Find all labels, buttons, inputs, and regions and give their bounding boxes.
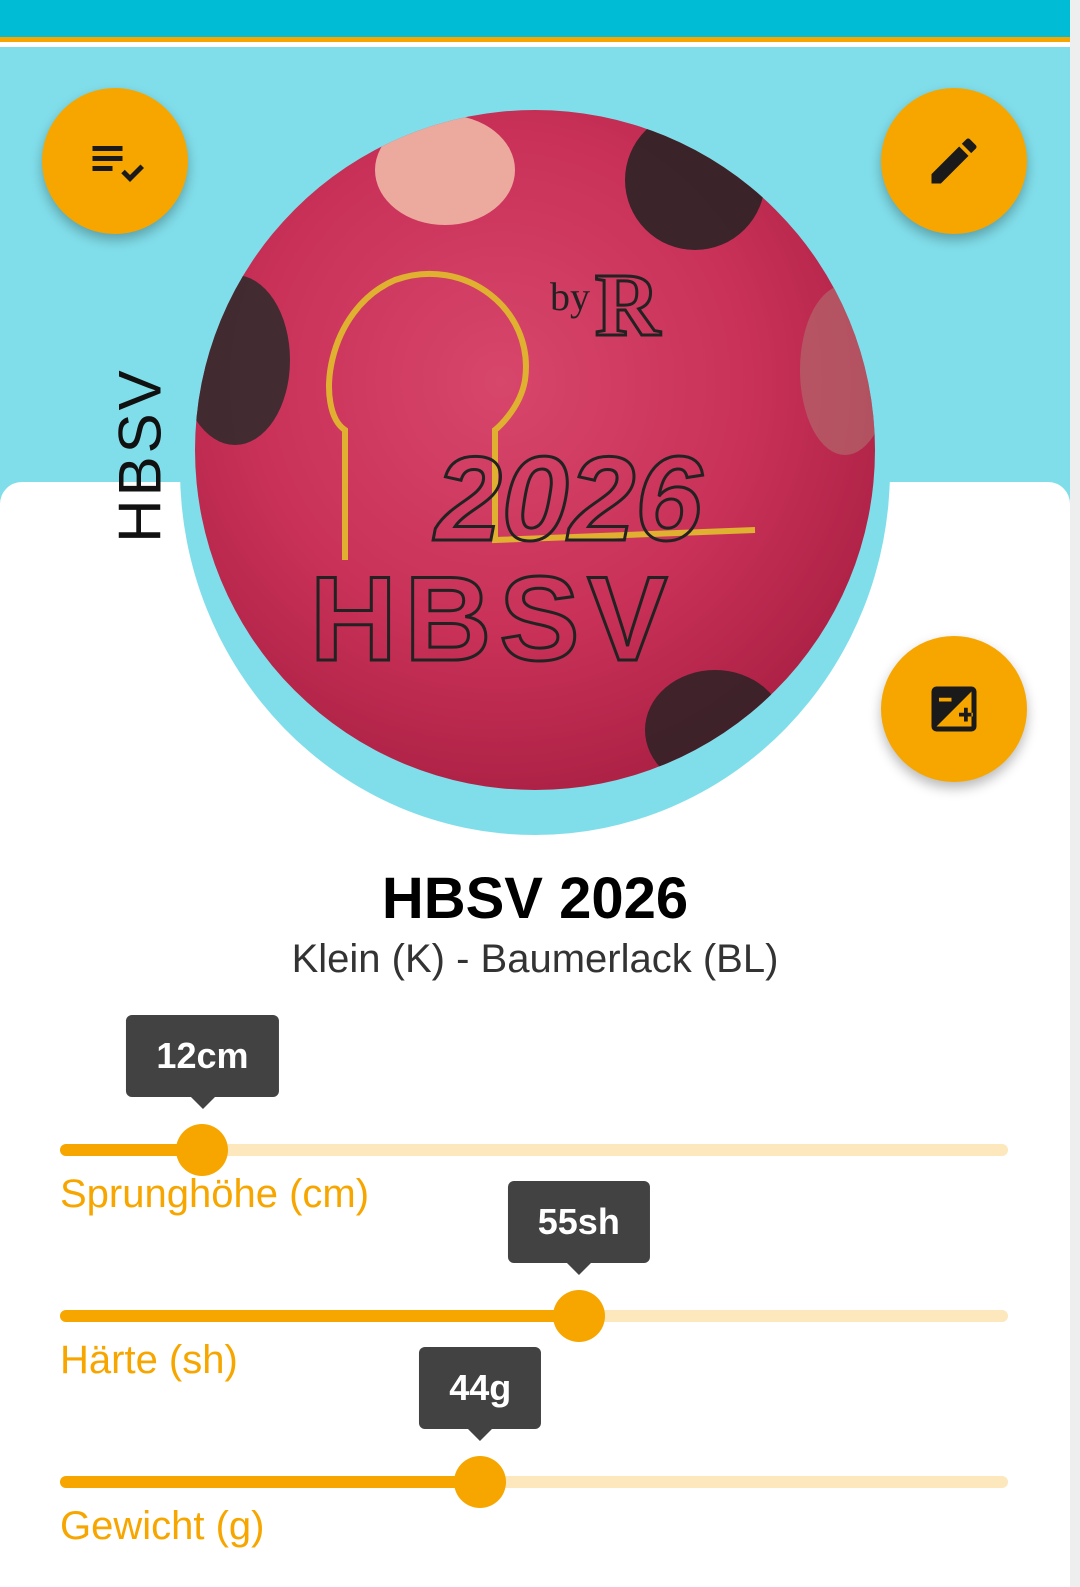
slider-value-tooltip: 55sh <box>507 1181 650 1275</box>
pencil-icon <box>931 138 977 184</box>
playlist-check-icon <box>92 146 144 182</box>
ball-subtitle: Klein (K) - Baumerlack (BL) <box>291 937 779 981</box>
status-bar <box>0 0 1080 42</box>
ball-title: HBSV 2026 <box>381 866 689 931</box>
edit-button[interactable] <box>881 88 1027 234</box>
ball-print-by: by <box>550 274 590 319</box>
weight-slider[interactable]: 44g Gewicht (g) <box>60 1347 1008 1548</box>
slider-thumb[interactable] <box>176 1124 229 1176</box>
ball-print-year: 2026 <box>433 432 703 566</box>
slider-label: Gewicht (g) <box>60 1504 265 1548</box>
slider-fill <box>60 1476 481 1488</box>
change-image-button[interactable] <box>881 636 1027 782</box>
slider-fill <box>60 1310 579 1322</box>
jump-height-slider[interactable]: 12cm Sprunghöhe (cm) <box>60 1015 1008 1216</box>
image-edit-icon <box>931 686 977 732</box>
vertical-ball-label-text: HBSV <box>106 367 174 543</box>
slider-value-tooltip: 12cm <box>126 1015 279 1109</box>
slider-value-tooltip: 44g <box>419 1347 542 1441</box>
list-button[interactable] <box>42 88 188 234</box>
ball-image: by R 2026 HBSV <box>195 110 875 790</box>
ball-print-logo: R <box>595 256 661 355</box>
slider-thumb[interactable] <box>454 1456 507 1508</box>
vertical-ball-label: HBSV <box>85 367 195 542</box>
slider-thumb[interactable] <box>552 1290 605 1342</box>
scrollbar-edge <box>1070 0 1080 1587</box>
ball-print-name: HBSV <box>310 552 675 686</box>
hardness-slider[interactable]: 55sh Härte (sh) <box>60 1181 1008 1382</box>
ball-illustration: by R 2026 HBSV <box>195 110 875 790</box>
